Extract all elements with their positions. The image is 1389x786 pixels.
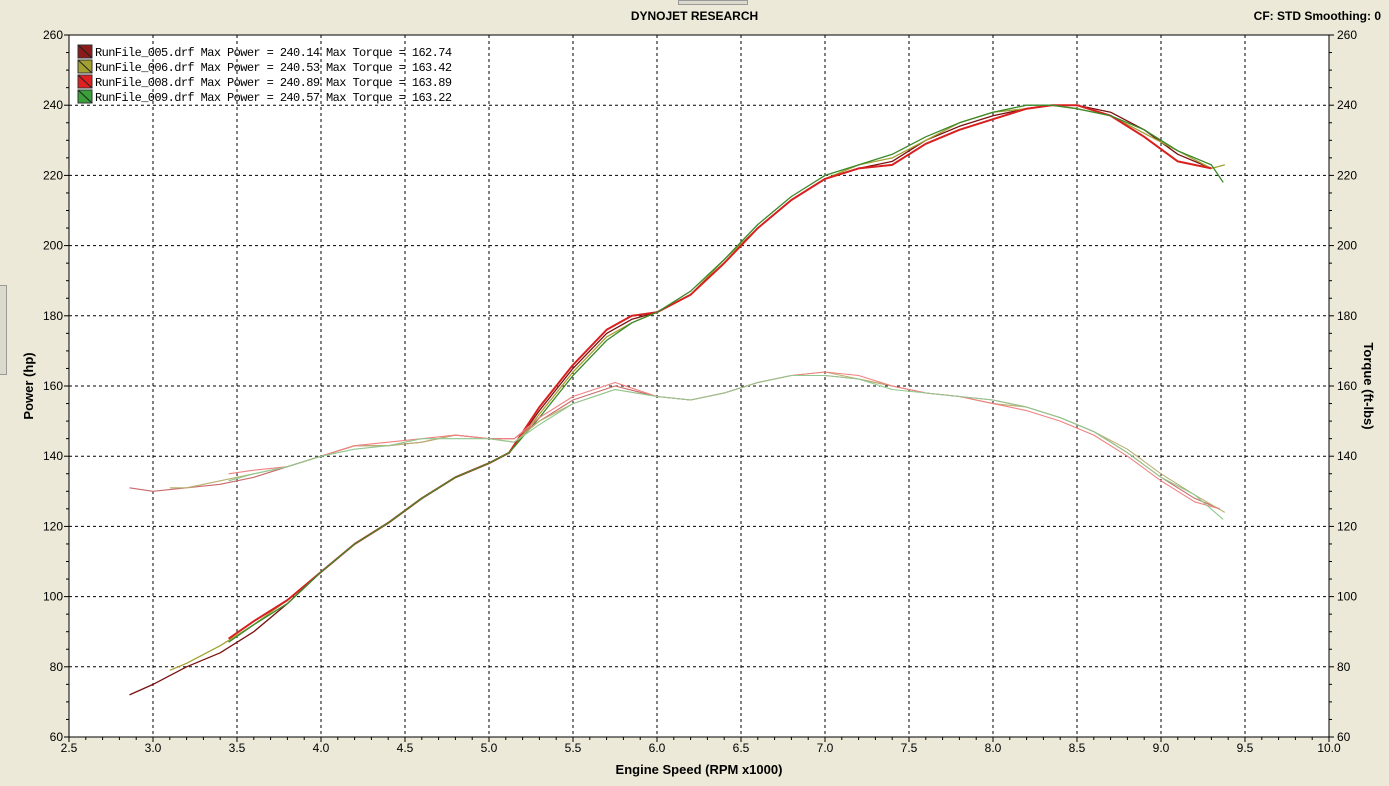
- x-tick-label: 7.0: [817, 741, 834, 755]
- x-tick-label: 9.5: [1237, 741, 1254, 755]
- x-tick-label: 5.5: [565, 741, 582, 755]
- x-tick-label: 4.5: [397, 741, 414, 755]
- x-tick-label: 9.0: [1153, 741, 1170, 755]
- y-tick-label-right: 260: [1337, 28, 1357, 42]
- y-tick-label-left: 100: [43, 590, 63, 604]
- y-tick-label-right: 60: [1337, 730, 1351, 744]
- legend-entry-text: RunFile_006.drf Max Power = 240.53 Max T…: [95, 61, 452, 75]
- y-tick-label-left: 120: [43, 519, 63, 533]
- y-axis-label-right: Torque (ft-lbs): [1361, 342, 1376, 429]
- y-tick-label-right: 120: [1337, 519, 1357, 533]
- y-tick-label-left: 140: [43, 449, 63, 463]
- y-tick-label-left: 60: [50, 730, 64, 744]
- x-tick-label: 6.0: [649, 741, 666, 755]
- y-tick-label-left: 200: [43, 239, 63, 253]
- legend-entry-text: RunFile_009.drf Max Power = 240.57 Max T…: [95, 91, 452, 105]
- y-tick-label-left: 180: [43, 309, 63, 323]
- x-tick-label: 8.5: [1069, 741, 1086, 755]
- y-tick-label-left: 160: [43, 379, 63, 393]
- y-tick-label-right: 160: [1337, 379, 1357, 393]
- y-tick-label-left: 220: [43, 168, 63, 182]
- x-tick-label: 8.0: [985, 741, 1002, 755]
- x-tick-label: 2.5: [61, 741, 78, 755]
- x-tick-label: 5.0: [481, 741, 498, 755]
- legend-entry-text: RunFile_008.drf Max Power = 240.89 Max T…: [95, 76, 452, 90]
- y-axis-label-left: Power (hp): [21, 352, 36, 419]
- x-axis-label: Engine Speed (RPM x1000): [616, 762, 783, 777]
- x-tick-label: 4.0: [313, 741, 330, 755]
- y-tick-label-right: 180: [1337, 309, 1357, 323]
- legend-entry-text: RunFile_005.drf Max Power = 240.14 Max T…: [95, 46, 452, 60]
- y-tick-label-right: 140: [1337, 449, 1357, 463]
- x-tick-label: 3.5: [229, 741, 246, 755]
- x-tick-label: 7.5: [901, 741, 918, 755]
- y-tick-label-right: 100: [1337, 590, 1357, 604]
- y-tick-label-left: 80: [50, 660, 64, 674]
- x-tick-label: 3.0: [145, 741, 162, 755]
- y-tick-label-right: 220: [1337, 168, 1357, 182]
- x-tick-label: 6.5: [733, 741, 750, 755]
- dyno-chart: 2.5 3.0 3.5 4.0 4.5 5.0 5.5 6.0 6.5 7.0 7.5 8.0 8.5 9…: [21, 28, 1376, 777]
- y-tick-label-left: 240: [43, 98, 63, 112]
- dyno-window: DYNOJET RESEARCH CF: STD Smoothing: 0 2.…: [0, 0, 1389, 786]
- y-tick-label-right: 80: [1337, 660, 1351, 674]
- y-tick-label-right: 200: [1337, 239, 1357, 253]
- y-tick-label-left: 260: [43, 28, 63, 42]
- y-tick-label-right: 240: [1337, 98, 1357, 112]
